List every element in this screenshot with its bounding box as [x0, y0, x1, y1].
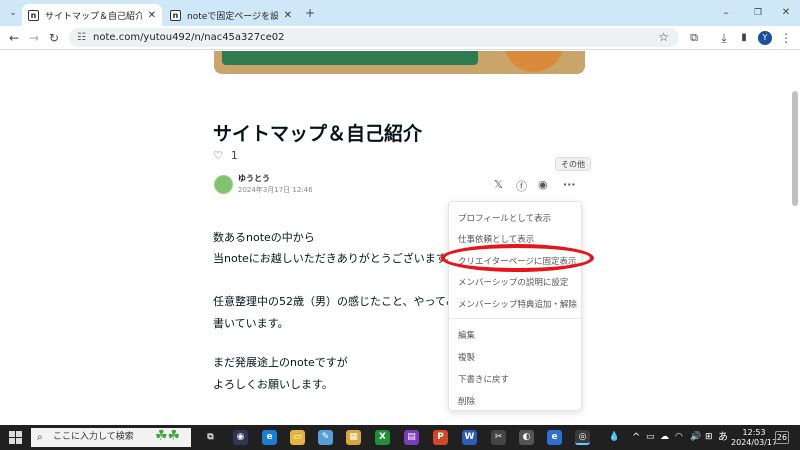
site-info-icon[interactable]: ☷	[77, 28, 86, 47]
post-date: 2024年3月17日 12:46	[238, 186, 313, 194]
menu-item-revert-draft[interactable]: 下書きに戻す	[458, 373, 509, 385]
like-area: ♡ 1	[213, 149, 246, 162]
like-count: 1	[230, 149, 238, 162]
profile-avatar[interactable]: Y	[758, 31, 772, 45]
bookmark-star-icon[interactable]: ☆	[658, 28, 669, 47]
app-purple-icon[interactable]: ▤	[404, 430, 419, 445]
tab-search-icon[interactable]: ⌄	[4, 0, 22, 26]
more-options-icon[interactable]: ···	[563, 178, 576, 191]
extensions-icon[interactable]: ⧉	[686, 26, 702, 50]
ime-indicator[interactable]: あ	[718, 425, 728, 450]
more-options-menu: プロフィールとして表示 仕事依頼として表示 クリエイターページに固定表示 メンバ…	[448, 201, 583, 411]
excel-icon[interactable]: X	[375, 430, 390, 445]
reload-icon[interactable]: ↻	[46, 26, 62, 50]
line-share-icon[interactable]: ◉	[538, 178, 548, 191]
minimize-icon[interactable]: –	[718, 0, 734, 26]
body-line: 書いています。	[213, 317, 289, 330]
chrome-icon[interactable]: ◎	[575, 430, 590, 445]
search-placeholder: ここに入力して検索	[53, 432, 134, 442]
app-gray-icon[interactable]: ◐	[519, 430, 534, 445]
search-icon: ⌕	[37, 432, 43, 443]
header-image	[214, 51, 585, 74]
taskbar-clock[interactable]: 12:53 2024/03/17	[731, 428, 777, 448]
menu-item-profile[interactable]: プロフィールとして表示	[458, 212, 551, 224]
tab-title: サイトマップ＆自己紹介｜ゆうとう	[45, 11, 142, 22]
character-illustration	[504, 51, 564, 72]
page-scrollbar[interactable]	[792, 91, 798, 206]
back-icon[interactable]: ←	[6, 26, 22, 50]
tab-title: noteで固定ページを設定する(先	[187, 11, 278, 22]
new-tab-icon[interactable]: +	[302, 0, 318, 26]
close-window-icon[interactable]: ✕	[778, 0, 794, 26]
body-line: 当noteにお越しいただきありがとうございます。	[213, 252, 457, 265]
maximize-icon[interactable]: ❐	[750, 0, 766, 26]
show-hidden-icons-icon[interactable]: ^	[632, 425, 640, 450]
weather-drop-icon[interactable]: 💧	[607, 430, 622, 445]
battery-icon[interactable]: ▭	[646, 425, 655, 450]
body-line: まだ発展途上のnoteですが	[213, 356, 348, 369]
edge-legacy-icon[interactable]: e	[547, 430, 562, 445]
note-favicon-icon: n	[170, 9, 181, 21]
menu-item-duplicate[interactable]: 複製	[458, 351, 475, 363]
highlight-circle	[441, 244, 594, 272]
menu-item-membership-description[interactable]: メンバーシップの説明に設定	[458, 276, 568, 288]
chrome-menu-icon[interactable]: ⋮	[778, 26, 794, 50]
close-tab-icon[interactable]: ✕	[148, 10, 156, 21]
task-view-icon[interactable]: ⧉	[203, 430, 218, 445]
browser-tab-strip: ⌄ n サイトマップ＆自己紹介｜ゆうとう ✕ n noteで固定ページを設定する…	[0, 0, 800, 26]
menu-item-edit[interactable]: 編集	[458, 329, 475, 341]
clover-decoration-icon: ☘☘	[155, 428, 181, 444]
clock-date: 2024/03/17	[731, 438, 778, 447]
volume-icon[interactable]: 🔊	[690, 425, 701, 450]
facebook-share-icon[interactable]: ⓕ	[516, 178, 527, 194]
menu-item-membership-benefit[interactable]: メンバーシップ特典追加・解除	[458, 298, 577, 310]
word-icon[interactable]: W	[462, 430, 477, 445]
body-line: 数あるnoteの中から	[213, 231, 315, 244]
close-tab-icon[interactable]: ✕	[284, 10, 292, 21]
layout-icon[interactable]: ⊞	[705, 425, 713, 450]
body-line: よろしくお願いします。	[213, 378, 333, 391]
address-bar[interactable]: ☷ note.com/yutou492/n/nac45a327ce02 ☆	[69, 28, 679, 47]
tab-fixed-page[interactable]: n noteで固定ページを設定する(先 ✕	[164, 4, 298, 26]
tab-sitemap[interactable]: n サイトマップ＆自己紹介｜ゆうとう ✕	[22, 4, 162, 26]
body-line: 任意整理中の52歳（男）の感じたこと、やってみ	[213, 295, 458, 308]
side-panel-icon[interactable]: ▮	[736, 26, 752, 50]
menu-item-delete[interactable]: 削除	[458, 395, 475, 407]
clock-time: 12:53	[742, 428, 766, 437]
app-eye-icon[interactable]: ◉	[233, 430, 248, 445]
chalkboard-illustration	[222, 51, 478, 65]
url-text: note.com/yutou492/n/nac45a327ce02	[93, 32, 285, 43]
page-content: サイトマップ＆自己紹介 ♡ 1 ゆうとう 2024年3月17日 12:46 𝕏 ⓕ…	[0, 51, 800, 425]
app-grid-icon[interactable]: ▦	[346, 430, 361, 445]
more-tooltip: その他	[555, 157, 591, 171]
note-favicon-icon: n	[28, 9, 39, 21]
heart-icon[interactable]: ♡	[213, 149, 223, 162]
article-title: サイトマップ＆自己紹介	[213, 123, 423, 145]
author-avatar[interactable]	[214, 175, 233, 194]
file-explorer-icon[interactable]: ▭	[290, 430, 305, 445]
powerpoint-icon[interactable]: P	[433, 430, 448, 445]
author-name[interactable]: ゆうとう	[238, 173, 270, 184]
snipping-tool-icon[interactable]: ✂	[491, 430, 506, 445]
wifi-icon[interactable]: ◠	[675, 425, 683, 450]
x-share-icon[interactable]: 𝕏	[494, 178, 503, 191]
forward-icon[interactable]: →	[26, 26, 42, 50]
menu-divider	[449, 318, 583, 319]
windows-start-icon[interactable]	[9, 431, 22, 444]
notification-badge[interactable]: 26	[775, 431, 789, 444]
edge-icon[interactable]: e	[262, 430, 277, 445]
windows-taskbar: ⌕ ここに入力して検索 ☘☘ ⧉ ◉ e ▭ ✎ ▦ X ▤ P W ✂ ◐ e…	[0, 425, 800, 450]
cloud-icon[interactable]: ☁	[660, 425, 669, 450]
download-icon[interactable]: ⤓	[716, 26, 732, 50]
notepad-icon[interactable]: ✎	[318, 430, 333, 445]
